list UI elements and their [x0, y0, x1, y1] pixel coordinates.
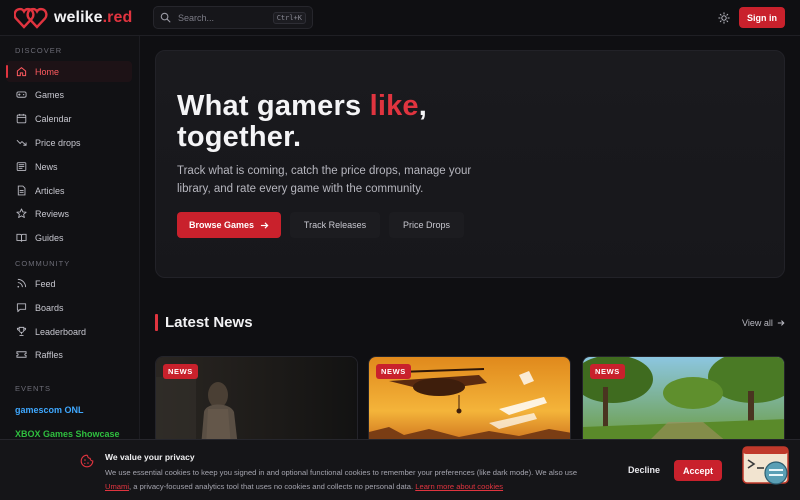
sidebar-item-label: News: [35, 161, 58, 172]
trending-down-icon: [16, 139, 27, 146]
sidebar-item-articles[interactable]: Articles: [6, 180, 132, 201]
ticket-icon: [16, 351, 27, 358]
cookie-text: We use essential cookies to keep you sig…: [105, 468, 578, 491]
hero-banner: What gamers like, together. Track what i…: [155, 50, 785, 278]
price-drops-button[interactable]: Price Drops: [389, 212, 464, 238]
sidebar-item-label: Home: [35, 66, 60, 77]
sidebar-item-boards[interactable]: Boards: [6, 297, 132, 318]
cookie-settings-icon[interactable]: [742, 446, 789, 486]
signin-button[interactable]: Sign in: [739, 7, 785, 28]
sidebar-item-calendar[interactable]: Calendar: [6, 108, 132, 129]
umami-link[interactable]: Umami: [105, 482, 129, 491]
latest-news-heading: Latest News: [155, 313, 253, 332]
logo-text: welike.red: [54, 9, 133, 26]
heading-accent-bar: [155, 314, 158, 331]
sidebar-item-reviews[interactable]: Reviews: [6, 203, 132, 224]
view-all-link[interactable]: View all: [742, 318, 785, 328]
message-square-icon: [16, 303, 27, 313]
trophy-icon: [16, 326, 27, 336]
calendar-icon: [16, 113, 27, 124]
sidebar-item-label: Raffles: [35, 349, 63, 360]
sun-icon: [718, 12, 730, 24]
news-badge: NEWS: [163, 364, 198, 379]
arrow-right-icon: [777, 320, 785, 326]
sidebar-item-news[interactable]: News: [6, 156, 132, 177]
browse-games-label: Browse Games: [188, 220, 255, 230]
sidebar-item-label: Calendar: [35, 113, 72, 124]
track-releases-button[interactable]: Track Releases: [290, 212, 380, 238]
sidebar-item-feed[interactable]: Feed: [6, 273, 132, 294]
cookie-title: We value your privacy: [105, 452, 195, 462]
hero-title: What gamers like, together.: [177, 90, 427, 153]
sidebar-event-xbox[interactable]: XBOX Games Showcase: [15, 429, 120, 439]
sidebar-event-gamescom[interactable]: gamescom ONL: [15, 405, 84, 415]
file-text-icon: [17, 185, 26, 196]
sidebar-item-label: Reviews: [35, 208, 70, 219]
sidebar-item-label: Leaderboard: [35, 326, 87, 337]
sidebar-section-events: EVENTS: [15, 384, 52, 393]
learn-more-cookies-link[interactable]: Learn more about cookies: [415, 482, 503, 491]
home-icon: [16, 67, 27, 77]
sidebar-item-label: Price drops: [35, 137, 81, 148]
arrow-right-icon: [260, 221, 269, 229]
sidebar-item-label: Guides: [35, 232, 64, 243]
newspaper-icon: [16, 162, 27, 171]
logo-hearts-icon: [14, 7, 48, 29]
sidebar-section-community: COMMUNITY: [15, 259, 71, 268]
top-bar: welike.red Search... Ctrl+K Sign in: [0, 0, 800, 36]
sidebar-item-raffles[interactable]: Raffles: [6, 344, 132, 365]
news-card[interactable]: NEWS: [582, 356, 785, 446]
news-card[interactable]: NEWS: [155, 356, 358, 446]
hero-subtitle: Track what is coming, catch the price dr…: [177, 165, 472, 195]
sidebar-item-price-drops[interactable]: Price drops: [6, 132, 132, 153]
sidebar-item-label: Articles: [35, 185, 65, 196]
search-icon: [160, 12, 171, 23]
sidebar-item-games[interactable]: Games: [6, 84, 132, 105]
gamepad-icon: [16, 91, 27, 98]
cookie-banner: We value your privacy We use essential c…: [0, 439, 800, 500]
accept-button[interactable]: Accept: [674, 460, 722, 481]
rss-icon: [17, 278, 27, 288]
latest-news-title: Latest News: [165, 314, 253, 331]
sidebar-item-label: Boards: [35, 302, 64, 313]
sidebar-section-discover: DISCOVER: [15, 46, 63, 55]
search-shortcut: Ctrl+K: [272, 11, 306, 24]
news-badge: NEWS: [376, 364, 411, 379]
news-badge: NEWS: [590, 364, 625, 379]
logo[interactable]: welike.red: [14, 7, 132, 29]
browse-games-button[interactable]: Browse Games: [177, 212, 281, 238]
decline-button[interactable]: Decline: [621, 461, 667, 479]
view-all-label: View all: [742, 318, 773, 328]
book-open-icon: [16, 233, 27, 242]
star-icon: [16, 208, 27, 218]
theme-toggle-button[interactable]: [716, 10, 732, 26]
news-card[interactable]: NEWS: [368, 356, 571, 446]
sidebar-item-label: Feed: [35, 278, 56, 289]
sidebar-item-guides[interactable]: Guides: [6, 227, 132, 248]
cookie-icon: [80, 454, 94, 468]
search-input[interactable]: Search... Ctrl+K: [153, 6, 313, 29]
sidebar-item-home[interactable]: Home: [6, 61, 132, 82]
sidebar-item-label: Games: [35, 89, 65, 100]
sidebar-item-leaderboard[interactable]: Leaderboard: [6, 321, 132, 342]
search-placeholder: Search...: [178, 12, 215, 23]
sidebar: DISCOVER Home Games Calendar Price drops…: [0, 36, 140, 500]
